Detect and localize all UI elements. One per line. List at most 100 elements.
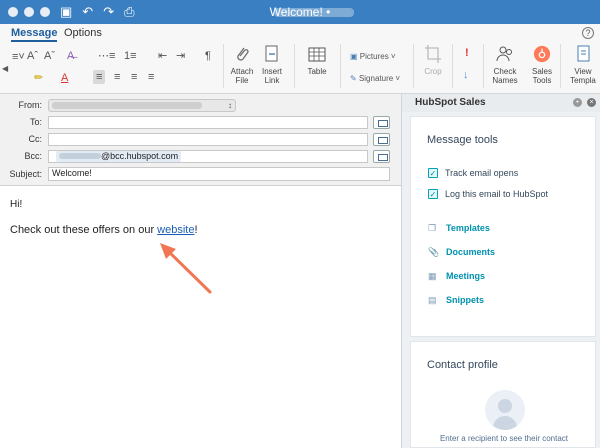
contact-profile-card: Contact profile Enter a recipient to see… — [410, 341, 596, 448]
font-name-icon[interactable]: ≡˅ — [12, 50, 25, 64]
bcc-address-book-button[interactable] — [373, 150, 390, 163]
signature-label: Signature — [358, 74, 394, 83]
contact-hint: Enter a recipient to see their contact — [439, 434, 569, 443]
paragraph-icon[interactable]: ¶ — [205, 49, 211, 63]
ribbon-divider — [413, 44, 414, 88]
avatar — [485, 390, 525, 430]
from-label: From: — [18, 100, 43, 110]
snippets-link[interactable]: Snippets — [446, 295, 484, 305]
link-icon — [265, 45, 278, 62]
templates-icon — [577, 45, 590, 62]
zoom-window-button[interactable] — [40, 7, 50, 17]
meetings-link[interactable]: Meetings — [446, 271, 485, 281]
pictures-button[interactable]: ▣ Pictures ˅ — [350, 50, 396, 64]
crop-button[interactable]: Crop — [420, 44, 446, 76]
ribbon-divider — [560, 44, 561, 88]
message-body[interactable]: Hi! Check out these offers on our websit… — [0, 187, 401, 448]
cc-field[interactable] — [48, 133, 368, 146]
attach-file-button[interactable]: Attach File — [228, 44, 256, 85]
cc-address-book-button[interactable] — [373, 133, 390, 146]
contact-profile-title: Contact profile — [427, 359, 498, 371]
low-importance-icon[interactable]: ↓ — [463, 68, 469, 82]
crop-label: Crop — [424, 67, 442, 76]
bcc-field[interactable]: @bcc.hubspot.com — [48, 150, 368, 163]
documents-link[interactable]: Documents — [446, 247, 495, 257]
annotation-arrow — [160, 243, 212, 294]
close-window-button[interactable] — [8, 7, 18, 17]
insert-link-button[interactable]: Insert Link — [258, 44, 286, 85]
numbering-icon[interactable]: 1≡ — [124, 49, 137, 63]
decrease-font-icon[interactable]: Aˇ — [44, 49, 55, 63]
align-left-icon[interactable]: ≡ — [93, 70, 106, 84]
tab-options[interactable]: Options — [64, 27, 102, 39]
bcc-recipient-token: @bcc.hubspot.com — [56, 151, 182, 162]
table-label: Table — [307, 67, 327, 76]
redo-icon[interactable]: ↷ — [103, 0, 114, 24]
documents-icon: 📎 — [428, 247, 440, 257]
paperclip-icon — [237, 47, 249, 61]
templates-link[interactable]: Templates — [446, 223, 490, 233]
sales-tools-label: Sales Tools — [531, 67, 552, 85]
undo-icon[interactable]: ↶ — [82, 0, 93, 24]
snippets-icon: ▤ — [428, 295, 437, 305]
ribbon-divider — [223, 44, 224, 88]
decrease-indent-icon[interactable]: ⇤ — [158, 49, 167, 63]
panel-settings-icon[interactable]: • — [573, 98, 582, 107]
website-link[interactable]: website — [157, 224, 194, 236]
tab-message[interactable]: Message — [11, 27, 58, 42]
ribbon-divider — [452, 44, 453, 88]
hubspot-sales-panel: HubSpot Sales • × Message tools ✓ Track … — [401, 94, 600, 448]
high-importance-icon[interactable]: ! — [465, 46, 469, 60]
log-email-checkbox[interactable]: ✓ — [428, 189, 438, 199]
pictures-icon: ▣ — [350, 52, 358, 61]
subject-field[interactable]: Welcome! — [48, 167, 390, 181]
people-icon — [496, 46, 512, 62]
table-icon — [308, 47, 326, 62]
save-icon[interactable]: ▣ — [60, 0, 72, 24]
bullets-icon[interactable]: ⋯≡ — [98, 49, 115, 63]
bcc-domain: @bcc.hubspot.com — [101, 151, 179, 161]
body-offer-line: Check out these offers on our website! — [10, 224, 198, 236]
minimize-window-button[interactable] — [24, 7, 34, 17]
hubspot-sprocket-icon — [533, 45, 551, 63]
insert-link-label: Insert Link — [261, 67, 282, 85]
redacted-bcc-prefix — [59, 153, 101, 159]
font-color-icon[interactable]: A — [61, 71, 68, 85]
highlight-icon[interactable]: ✏ — [34, 71, 43, 85]
sales-tools-button[interactable]: Sales Tools — [528, 44, 556, 85]
redacted-title-part — [274, 8, 354, 17]
check-names-button[interactable]: Check Names — [490, 44, 520, 85]
clear-formatting-icon[interactable]: A̶ — [67, 49, 74, 63]
print-icon[interactable]: ⎙ — [124, 0, 134, 24]
increase-font-icon[interactable]: Aˆ — [27, 49, 38, 63]
ribbon-divider — [340, 44, 341, 88]
ribbon-divider — [294, 44, 295, 88]
to-address-book-button[interactable] — [373, 116, 390, 129]
table-button[interactable]: Table — [302, 44, 332, 76]
align-right-icon[interactable]: ≡ — [131, 70, 137, 84]
panel-title: HubSpot Sales — [402, 94, 600, 112]
panel-close-icon[interactable]: × — [587, 98, 596, 107]
log-email-label: Log this email to HubSpot — [445, 189, 549, 199]
message-header-fields: From: ↕ To: Cc: Bcc: @bcc.hubspot.com Su… — [0, 94, 401, 186]
ribbon-scroll-left-icon[interactable]: ◀ — [2, 62, 8, 76]
track-opens-label: Track email opens — [445, 168, 519, 178]
ribbon-divider — [483, 44, 484, 88]
to-field[interactable] — [48, 116, 368, 129]
ribbon-toolbar: Message Options ? ◀ ≡˅ Aˆ Aˇ A̶ ⋯≡ 1≡ ⇤ … — [0, 24, 600, 94]
from-select[interactable]: ↕ — [48, 99, 236, 112]
check-names-label: Check Names — [492, 67, 518, 85]
track-opens-checkbox[interactable]: ✓ — [428, 168, 438, 178]
chevron-down-icon: ↕ — [228, 101, 232, 110]
message-tools-card: Message tools ✓ Track email opens ✓ Log … — [410, 116, 596, 337]
align-center-icon[interactable]: ≡ — [114, 70, 120, 84]
increase-indent-icon[interactable]: ⇥ — [176, 49, 185, 63]
help-icon[interactable]: ? — [582, 27, 594, 39]
view-templates-label: View Templa — [570, 67, 596, 85]
justify-icon[interactable]: ≡ — [148, 70, 154, 84]
attach-file-label: Attach File — [230, 67, 254, 85]
window-titlebar: ▣ ↶ ↷ ⎙ Welcome! • — [0, 0, 600, 24]
view-templates-button[interactable]: View Templa — [566, 44, 600, 85]
signature-button[interactable]: ✎ Signature ˅ — [350, 72, 400, 86]
offer-exclamation: ! — [194, 224, 198, 236]
